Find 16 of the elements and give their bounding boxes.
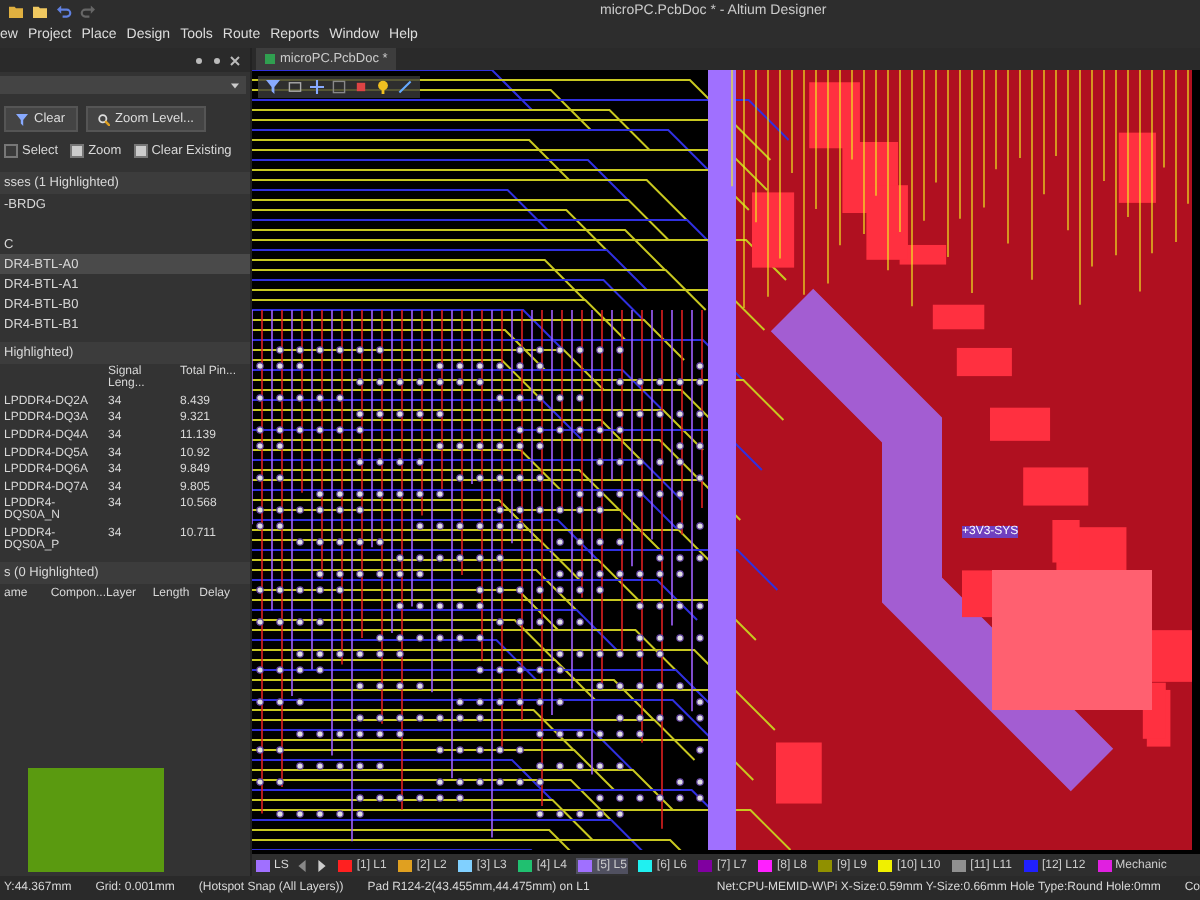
- filter-icon[interactable]: [266, 80, 280, 94]
- document-icon: [264, 54, 276, 64]
- close-icon[interactable]: [230, 55, 240, 65]
- square-icon[interactable]: [332, 80, 346, 94]
- magnifier-icon: [97, 113, 110, 125]
- previous-icon[interactable]: [296, 859, 309, 871]
- lightbulb-icon[interactable]: [376, 80, 390, 94]
- filter-icon: [16, 113, 28, 125]
- rectangle-icon[interactable]: [288, 80, 302, 94]
- undo-icon[interactable]: [56, 4, 72, 18]
- caret-icon: [230, 81, 240, 89]
- plus-icon[interactable]: [310, 80, 324, 94]
- redo-icon[interactable]: [80, 4, 96, 18]
- pcb-layout-drawing[interactable]: [252, 70, 1192, 850]
- next-icon[interactable]: [316, 859, 329, 871]
- line-icon[interactable]: [398, 80, 412, 94]
